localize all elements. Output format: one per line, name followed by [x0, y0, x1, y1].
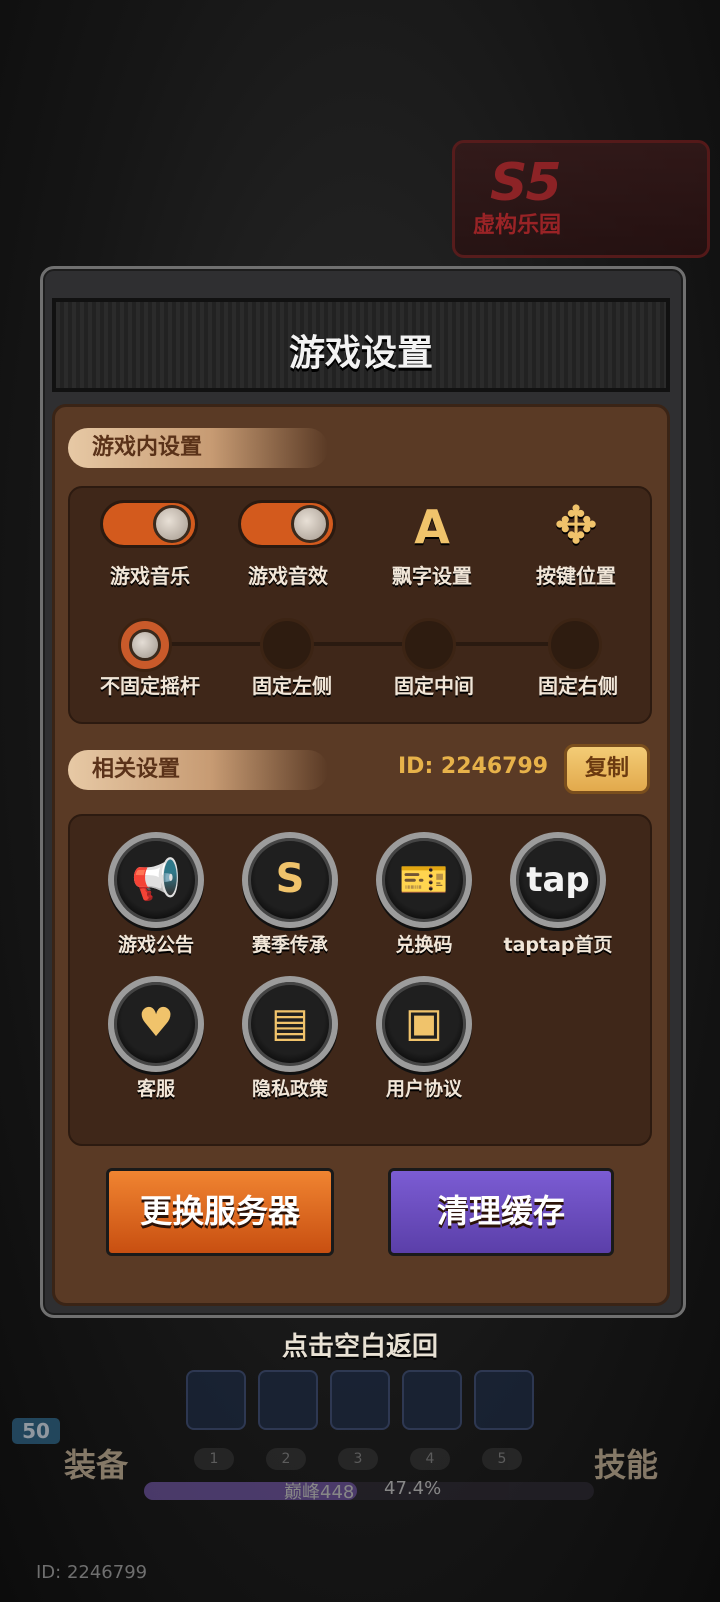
item-slot-2[interactable]	[258, 1370, 318, 1430]
tap-blank-to-return-hint: 点击空白返回	[281, 1332, 438, 1362]
ticket-icon: 🎫	[399, 857, 449, 903]
dialog-header: 游戏设置	[52, 298, 670, 392]
megaphone-icon: 📢	[131, 857, 181, 903]
season-s-icon: S	[275, 856, 305, 902]
section-related-label: 相关设置	[68, 750, 328, 790]
profile-card-icon: ▣	[405, 1000, 443, 1046]
taptap-icon: tap	[526, 860, 590, 900]
redeem-code-label: 兑换码	[395, 934, 453, 956]
taptap-home-label: taptap首页	[503, 934, 613, 956]
season-badge: S5 虚构乐园	[452, 140, 710, 258]
slot-number: 1	[194, 1448, 234, 1470]
customer-service-button[interactable]: ♥	[108, 976, 204, 1072]
peak-progress-bar: 巅峰448 47.4%	[144, 1478, 594, 1503]
key-position-icon[interactable]: ✥	[546, 496, 606, 556]
item-slot-1[interactable]	[186, 1370, 246, 1430]
section-in-game-label: 游戏内设置	[68, 428, 328, 468]
item-slot-4[interactable]	[402, 1370, 462, 1430]
announcement-label: 游戏公告	[117, 934, 194, 956]
joystick-left-radio[interactable]	[260, 618, 314, 672]
announcement-button[interactable]: 📢	[108, 832, 204, 928]
joystick-right-radio[interactable]	[548, 618, 602, 672]
player-id: ID: 2246799	[398, 754, 549, 779]
sfx-toggle[interactable]	[238, 500, 336, 548]
joystick-track	[150, 642, 576, 646]
player-level-badge: 50	[12, 1418, 60, 1444]
joystick-unfixed-radio[interactable]	[118, 618, 172, 672]
dialog-title: 游戏设置	[288, 333, 433, 374]
season-code: S5	[490, 153, 562, 213]
sfx-label: 游戏音效	[248, 564, 328, 588]
document-icon: ▤	[271, 1000, 309, 1046]
slot-number: 4	[410, 1448, 450, 1470]
item-slot-3[interactable]	[330, 1370, 390, 1430]
progress-percent: 47.4%	[384, 1478, 442, 1499]
user-agreement-button[interactable]: ▣	[376, 976, 472, 1072]
joystick-center-label: 固定中间	[394, 674, 474, 698]
bottom-player-id: ID: 2246799	[36, 1562, 148, 1583]
float-text-icon[interactable]: A	[402, 500, 462, 554]
redeem-code-button[interactable]: 🎫	[376, 832, 472, 928]
joystick-right-label: 固定右侧	[538, 674, 618, 698]
user-agreement-label: 用户协议	[385, 1078, 462, 1100]
privacy-policy-button[interactable]: ▤	[242, 976, 338, 1072]
slot-number: 3	[338, 1448, 378, 1470]
music-toggle[interactable]	[100, 500, 198, 548]
taptap-home-button[interactable]: tap	[510, 832, 606, 928]
season-name: 虚构乐园	[473, 213, 562, 238]
clear-cache-button[interactable]: 清理缓存	[388, 1168, 614, 1256]
change-server-button[interactable]: 更换服务器	[106, 1168, 334, 1256]
radio-dot	[129, 629, 161, 661]
equipment-button[interactable]: 装备	[64, 1440, 128, 1486]
peak-label: 巅峰448	[284, 1482, 355, 1503]
agent-icon: ♥	[138, 1000, 174, 1046]
season-legacy-label: 赛季传承	[251, 934, 328, 956]
joystick-center-radio[interactable]	[402, 618, 456, 672]
float-text-label: 飘字设置	[392, 564, 472, 588]
toggle-knob	[291, 505, 329, 543]
joystick-left-label: 固定左侧	[252, 674, 332, 698]
item-slot-5[interactable]	[474, 1370, 534, 1430]
slot-number: 2	[266, 1448, 306, 1470]
slot-number: 5	[482, 1448, 522, 1470]
music-label: 游戏音乐	[110, 564, 190, 588]
copy-id-button[interactable]: 复制	[564, 744, 650, 794]
key-position-label: 按键位置	[536, 564, 616, 588]
season-legacy-button[interactable]: S	[242, 832, 338, 928]
skill-button[interactable]: 技能	[594, 1440, 658, 1486]
joystick-unfixed-label: 不固定摇杆	[100, 674, 200, 698]
privacy-policy-label: 隐私政策	[251, 1078, 328, 1100]
customer-service-label: 客服	[136, 1078, 175, 1100]
toggle-knob	[153, 505, 191, 543]
